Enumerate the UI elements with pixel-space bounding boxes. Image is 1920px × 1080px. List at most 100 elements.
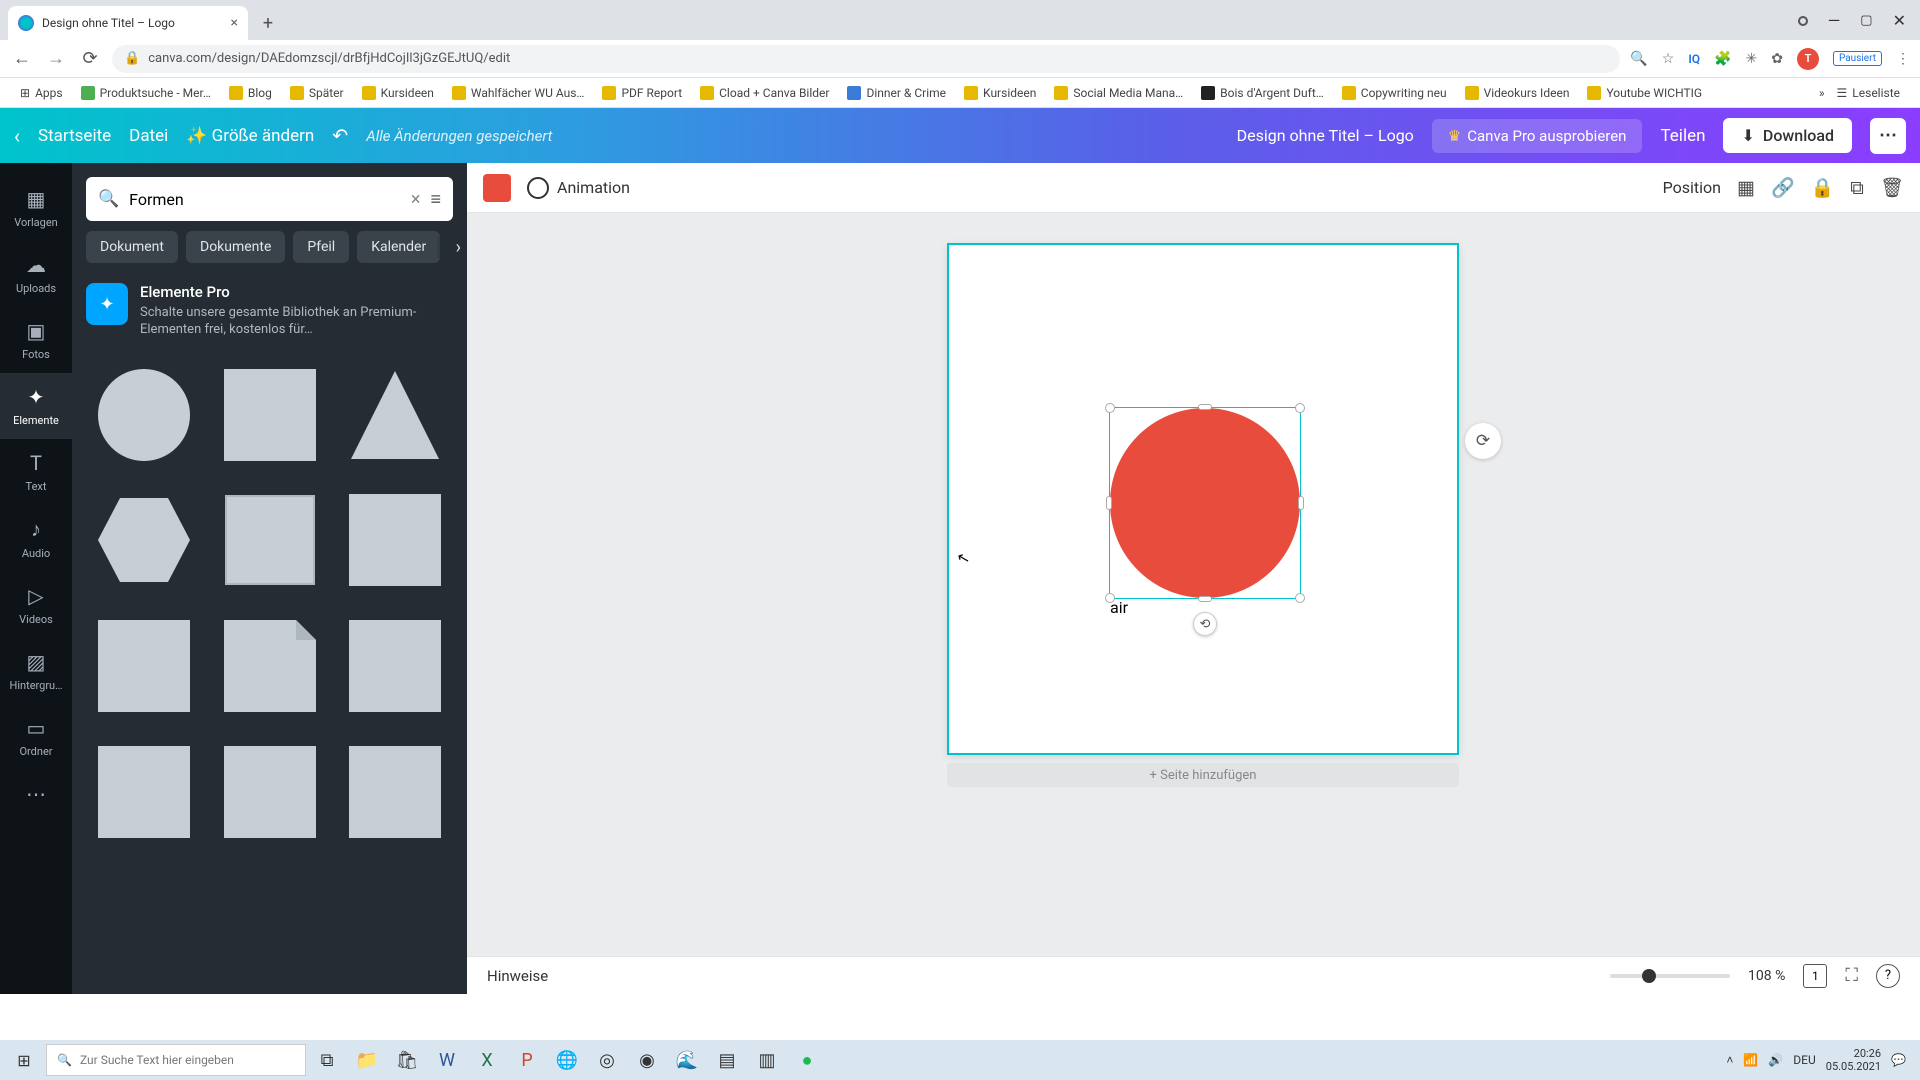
- volume-icon[interactable]: 🔊: [1768, 1053, 1783, 1067]
- delete-icon[interactable]: 🗑: [1880, 176, 1904, 199]
- rail-more[interactable]: ⋯: [0, 770, 72, 818]
- task-view-icon[interactable]: ⧉: [308, 1040, 346, 1080]
- resize-handle[interactable]: [1198, 404, 1212, 410]
- add-page-button[interactable]: + Seite hinzufügen: [947, 763, 1459, 787]
- file-menu[interactable]: Datei: [129, 126, 168, 146]
- menu-icon[interactable]: ⋮: [1896, 51, 1910, 67]
- shape-rect6[interactable]: [337, 734, 453, 850]
- bookmark-item[interactable]: Copywriting neu: [1336, 86, 1453, 100]
- apps-button[interactable]: ⊞Apps: [14, 86, 69, 100]
- page-indicator[interactable]: 1: [1803, 964, 1827, 988]
- bookmark-item[interactable]: Dinner & Crime: [841, 86, 952, 100]
- more-menu-button[interactable]: ⋯: [1870, 118, 1906, 154]
- shape-circle[interactable]: [86, 357, 202, 473]
- rail-elements[interactable]: ✦Elemente: [0, 373, 72, 439]
- ext3-icon[interactable]: ✿: [1771, 51, 1783, 67]
- excel-icon[interactable]: X: [468, 1040, 506, 1080]
- rail-audio[interactable]: ♪Audio: [0, 505, 72, 572]
- chip-dokument[interactable]: Dokument: [86, 231, 178, 263]
- download-button[interactable]: ⬇Download: [1723, 118, 1852, 153]
- browser-tab[interactable]: Design ohne Titel – Logo ×: [8, 6, 248, 40]
- bookmark-item[interactable]: Bois d'Argent Duft…: [1195, 86, 1330, 100]
- chip-scroll-right-icon[interactable]: ›: [436, 237, 461, 258]
- rail-text[interactable]: TText: [0, 439, 72, 505]
- chip-pfeil[interactable]: Pfeil: [293, 231, 349, 263]
- zoom-knob[interactable]: [1642, 969, 1656, 983]
- zoom-slider[interactable]: [1610, 974, 1730, 978]
- rail-uploads[interactable]: ☁Uploads: [0, 241, 72, 307]
- store-icon[interactable]: 🛍: [388, 1040, 426, 1080]
- spotify-icon[interactable]: ●: [788, 1040, 826, 1080]
- shape-hexagon[interactable]: [86, 482, 202, 598]
- try-pro-button[interactable]: ♛Canva Pro ausprobieren: [1432, 119, 1643, 153]
- resize-handle[interactable]: [1105, 593, 1115, 603]
- rail-templates[interactable]: ▦Vorlagen: [0, 175, 72, 241]
- star-icon[interactable]: ☆: [1662, 51, 1675, 67]
- shape-rect4[interactable]: [86, 734, 202, 850]
- clear-search-icon[interactable]: ×: [411, 189, 421, 210]
- share-button[interactable]: Teilen: [1660, 126, 1705, 146]
- animation-button[interactable]: Animation: [527, 177, 630, 199]
- undo-icon[interactable]: ↶: [332, 124, 348, 147]
- bookmark-item[interactable]: Social Media Mana…: [1048, 86, 1189, 100]
- resize-handle[interactable]: [1105, 403, 1115, 413]
- selected-shape[interactable]: air ⟲: [1109, 407, 1301, 599]
- hints-button[interactable]: Hinweise: [487, 967, 548, 985]
- pause-pill[interactable]: Pausiert: [1833, 51, 1882, 66]
- close-window-icon[interactable]: ✕: [1893, 11, 1906, 30]
- position-button[interactable]: Position: [1663, 178, 1721, 197]
- search-input[interactable]: [129, 190, 401, 209]
- rail-background[interactable]: ▨Hintergru…: [0, 638, 72, 704]
- chip-dokumente[interactable]: Dokumente: [186, 231, 285, 263]
- account-dot-icon[interactable]: [1798, 16, 1808, 26]
- canvas-viewport[interactable]: air ⟲ ⟳ + Seite hinzufügen ↖: [467, 213, 1920, 956]
- notepad-icon[interactable]: ▥: [748, 1040, 786, 1080]
- resize-handle[interactable]: [1295, 593, 1305, 603]
- fullscreen-icon[interactable]: ⛶: [1845, 965, 1858, 986]
- chip-kalender[interactable]: Kalender: [357, 231, 440, 263]
- shape-square[interactable]: [212, 357, 328, 473]
- design-page[interactable]: air ⟲ ⟳: [947, 243, 1459, 755]
- ext1-icon[interactable]: 🧩: [1714, 51, 1731, 67]
- bookmark-item[interactable]: Produktsuche - Mer…: [75, 86, 217, 100]
- duplicate-icon[interactable]: ⧉: [1850, 176, 1864, 199]
- fill-color-swatch[interactable]: [483, 174, 511, 202]
- wifi-icon[interactable]: 📶: [1743, 1053, 1758, 1067]
- rotate-handle[interactable]: ⟲: [1193, 612, 1217, 636]
- home-link[interactable]: Startseite: [38, 126, 111, 146]
- profile-avatar[interactable]: T: [1797, 48, 1819, 70]
- edge-icon[interactable]: 🌊: [668, 1040, 706, 1080]
- home-back-icon[interactable]: ‹: [14, 124, 20, 148]
- shape-rect[interactable]: [337, 482, 453, 598]
- shape-rect5[interactable]: [212, 734, 328, 850]
- shape-triangle[interactable]: [337, 357, 453, 473]
- bookmark-item[interactable]: PDF Report: [596, 86, 688, 100]
- close-tab-icon[interactable]: ×: [231, 15, 238, 31]
- doc-title[interactable]: Design ohne Titel – Logo: [1237, 126, 1414, 145]
- transparency-icon[interactable]: ▦: [1737, 176, 1755, 199]
- address-bar[interactable]: 🔒 canva.com/design/DAEdomzscjl/drBfjHdCo…: [112, 45, 1620, 73]
- zoom-percent[interactable]: 108 %: [1748, 968, 1785, 984]
- new-tab-button[interactable]: +: [254, 9, 282, 37]
- resize-button[interactable]: ✨ Größe ändern: [186, 126, 314, 146]
- refresh-fab-icon[interactable]: ⟳: [1465, 423, 1501, 459]
- elements-pro-card[interactable]: ✦ Elemente Pro Schalte unsere gesamte Bi…: [86, 283, 453, 339]
- iq-icon[interactable]: IQ: [1688, 52, 1700, 66]
- app2-icon[interactable]: ▤: [708, 1040, 746, 1080]
- word-icon[interactable]: W: [428, 1040, 466, 1080]
- rail-folders[interactable]: ▭Ordner: [0, 704, 72, 770]
- notifications-icon[interactable]: 💬: [1891, 1053, 1906, 1067]
- bookmark-item[interactable]: Kursideen: [958, 86, 1042, 100]
- resize-handle[interactable]: [1295, 403, 1305, 413]
- resize-handle[interactable]: [1106, 496, 1112, 510]
- bookmark-item[interactable]: Kursideen: [356, 86, 440, 100]
- rail-videos[interactable]: ▷Videos: [0, 572, 72, 638]
- taskbar-search[interactable]: 🔍Zur Suche Text hier eingeben: [46, 1044, 306, 1076]
- bookmark-item[interactable]: Später: [284, 86, 350, 100]
- bookmark-item[interactable]: Wahlfächer WU Aus…: [446, 86, 591, 100]
- minimize-icon[interactable]: —: [1828, 11, 1841, 30]
- back-icon[interactable]: ←: [10, 48, 34, 69]
- powerpoint-icon[interactable]: P: [508, 1040, 546, 1080]
- help-icon[interactable]: ?: [1876, 964, 1900, 988]
- start-button[interactable]: ⊞: [4, 1040, 44, 1080]
